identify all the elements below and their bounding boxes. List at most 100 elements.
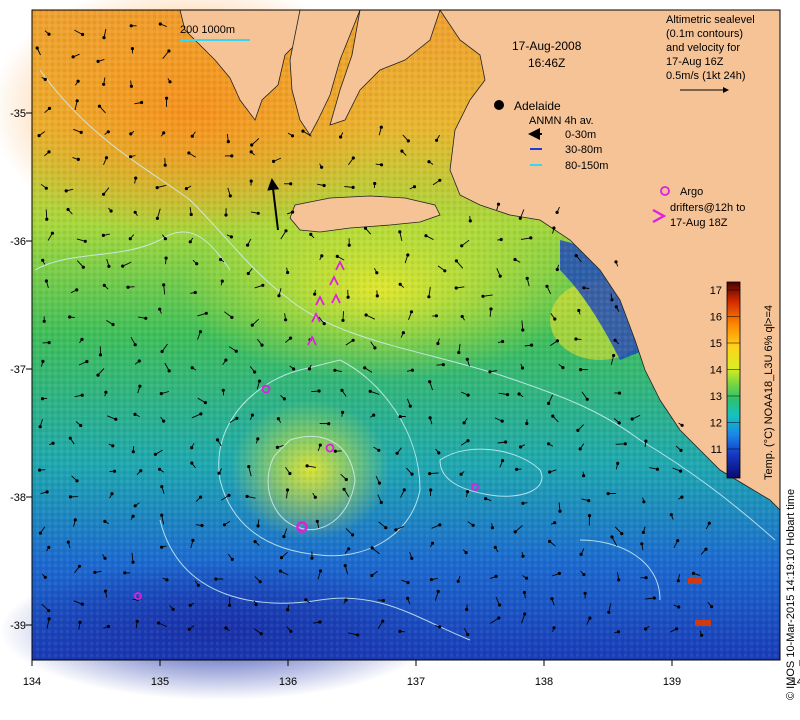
- velocity-vector-head: [409, 310, 414, 314]
- velocity-vector-head: [103, 519, 107, 524]
- velocity-vector-head: [496, 202, 501, 206]
- anmn-legend-item: 80-150m: [565, 160, 608, 172]
- velocity-vector-head: [471, 523, 475, 527]
- x-tick-label: 135: [151, 676, 169, 688]
- velocity-vector-head: [131, 560, 135, 564]
- velocity-vector-head: [551, 414, 555, 418]
- velocity-vector-head: [189, 212, 193, 217]
- velocity-vector-head: [377, 481, 382, 485]
- velocity-vector-head: [160, 349, 164, 354]
- velocity-vector-head: [582, 573, 586, 577]
- velocity-vector-head: [363, 366, 367, 370]
- velocity-vector-head: [676, 539, 680, 543]
- velocity-vector-head: [669, 513, 673, 517]
- velocity-vector-head: [121, 264, 125, 268]
- velocity-vector-head: [259, 632, 263, 636]
- colorbar-tick-label: 12: [710, 418, 722, 430]
- velocity-vector-head: [230, 315, 234, 319]
- velocity-vector-head: [443, 269, 447, 273]
- velocity-vector-head: [199, 412, 203, 416]
- velocity-vector-head: [37, 134, 41, 138]
- velocity-vector-head: [521, 554, 525, 558]
- velocity-vector-head: [162, 283, 166, 287]
- velocity-vector-head: [381, 598, 385, 603]
- velocity-vector-head: [250, 143, 254, 147]
- velocity-vector-head: [400, 149, 404, 153]
- velocity-vector-head: [109, 209, 113, 213]
- velocity-vector-head: [226, 140, 230, 144]
- velocity-vector-head: [428, 472, 432, 476]
- velocity-vector-head: [620, 532, 624, 536]
- velocity-vector-head: [454, 259, 458, 263]
- velocity-vector-head: [377, 448, 381, 452]
- velocity-vector-head: [155, 216, 159, 220]
- velocity-vector-head: [499, 237, 503, 242]
- velocity-vector-head: [552, 626, 556, 630]
- velocity-vector-head: [235, 416, 239, 420]
- velocity-vector-head: [163, 237, 167, 241]
- velocity-vector-head: [219, 257, 223, 262]
- velocity-vector-head: [436, 589, 440, 594]
- scale-bar-label: 200 1000m: [180, 24, 235, 36]
- velocity-vector-head: [521, 501, 525, 505]
- velocity-vector-head: [612, 353, 616, 358]
- velocity-vector-head: [114, 417, 118, 421]
- velocity-vector-head: [285, 488, 290, 492]
- velocity-vector-head: [529, 236, 533, 240]
- velocity-vector-head: [498, 603, 502, 607]
- velocity-vector-head: [101, 233, 106, 237]
- velocity-vector-head: [617, 421, 621, 425]
- velocity-vector-head: [165, 578, 169, 582]
- velocity-vector-head: [289, 182, 293, 186]
- velocity-vector-head: [249, 179, 253, 183]
- velocity-vector-head: [582, 474, 586, 478]
- velocity-vector-head: [428, 380, 432, 384]
- velocity-vector-head: [234, 349, 238, 353]
- x-tick-label: 136: [279, 676, 297, 688]
- velocity-vector-head: [395, 451, 399, 455]
- velocity-vector-head: [103, 589, 108, 593]
- velocity-vector-head: [441, 363, 445, 367]
- velocity-vector-head: [428, 416, 432, 420]
- velocity-vector-head: [341, 410, 345, 414]
- velocity-vector-head: [42, 319, 46, 323]
- velocity-vector-head: [83, 239, 87, 243]
- velocity-vector-head: [351, 338, 355, 342]
- velocity-vector-head: [47, 341, 51, 345]
- velocity-vector-head: [363, 226, 368, 230]
- velocity-vector-head: [454, 286, 458, 290]
- velocity-vector-head: [43, 575, 47, 579]
- velocity-vector-head: [582, 286, 586, 290]
- velocity-vector-head: [333, 449, 337, 453]
- velocity-vector-head: [481, 294, 485, 298]
- anmn-legend-item: 0-30m: [565, 129, 596, 141]
- velocity-vector-head: [583, 591, 587, 595]
- velocity-vector-head: [497, 616, 501, 620]
- velocity-vector-head: [73, 518, 77, 522]
- velocity-vector-head: [68, 495, 73, 499]
- velocity-vector-head: [188, 603, 192, 607]
- velocity-vector-head: [465, 490, 470, 494]
- velocity-vector-head: [111, 444, 115, 448]
- velocity-vector-head: [553, 317, 557, 321]
- velocity-vector-head: [501, 459, 505, 463]
- velocity-vector-head: [191, 538, 195, 543]
- velocity-vector-head: [47, 609, 51, 613]
- velocity-vector-head: [102, 36, 106, 40]
- velocity-vector-head: [318, 569, 323, 573]
- velocity-vector-head: [187, 627, 191, 631]
- velocity-vector-head: [275, 445, 279, 449]
- colorbar-tick-label: 16: [710, 312, 722, 324]
- velocity-vector-head: [530, 343, 534, 347]
- velocity-vector-head: [261, 283, 265, 287]
- velocity-vector-head: [614, 305, 618, 309]
- velocity-vector-head: [468, 219, 472, 223]
- velocity-vector-head: [190, 461, 194, 465]
- sst-map: 200 1000m 17-Aug-2008 16:46Z Altimetric …: [0, 0, 800, 700]
- velocity-vector-head: [679, 448, 683, 452]
- velocity-vector-head: [160, 545, 164, 549]
- velocity-vector-head: [71, 55, 75, 59]
- velocity-vector-head: [351, 533, 355, 537]
- velocity-vector-head: [258, 580, 262, 584]
- velocity-vector-head: [44, 279, 49, 283]
